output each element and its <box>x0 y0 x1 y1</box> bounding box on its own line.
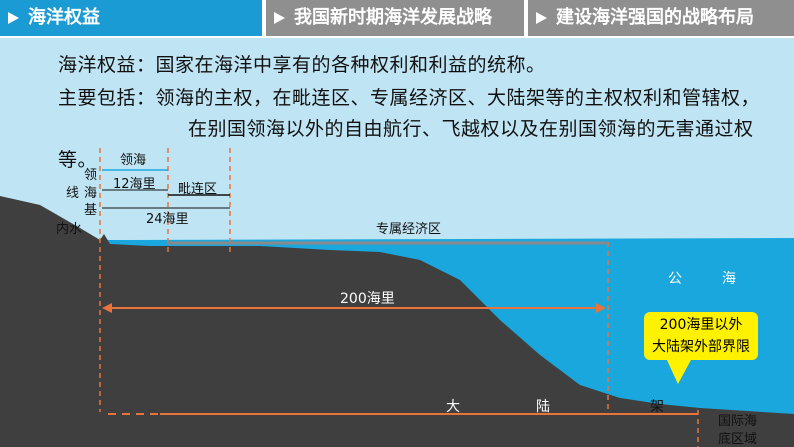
high-seas-label-2: 海 <box>722 271 736 287</box>
high-seas-label-1: 公 <box>668 271 682 287</box>
callout-pointer <box>666 358 692 384</box>
outer-limit-callout: 200海里以外 大陆架外部界限 <box>644 312 758 360</box>
seabed-label-2: 底区域 <box>718 432 758 447</box>
shelf-label-3: 架 <box>650 399 664 415</box>
nm200-label: 200海里 <box>340 291 395 307</box>
callout-line-2: 大陆架外部界限 <box>652 339 750 355</box>
seabed-label-1: 国际海 <box>718 414 758 429</box>
contiguous-zone-label: 毗连区 <box>178 182 218 197</box>
callout-line-1: 200海里以外 <box>659 317 743 333</box>
territorial-sea-label: 领海 <box>120 153 147 168</box>
baseline-label-char-0: 线 <box>66 186 80 201</box>
shelf-label-1: 大 <box>446 399 460 415</box>
nm24-label: 24海里 <box>146 212 189 227</box>
shelf-label-2: 陆 <box>536 399 550 415</box>
nm12-label: 12海里 <box>113 177 156 192</box>
eez-label: 专属经济区 <box>376 222 442 237</box>
internal-waters-label: 内水 <box>56 222 83 237</box>
baseline-label-char-3: 基 <box>84 203 98 218</box>
baseline-label-char-1: 领 <box>84 168 98 183</box>
